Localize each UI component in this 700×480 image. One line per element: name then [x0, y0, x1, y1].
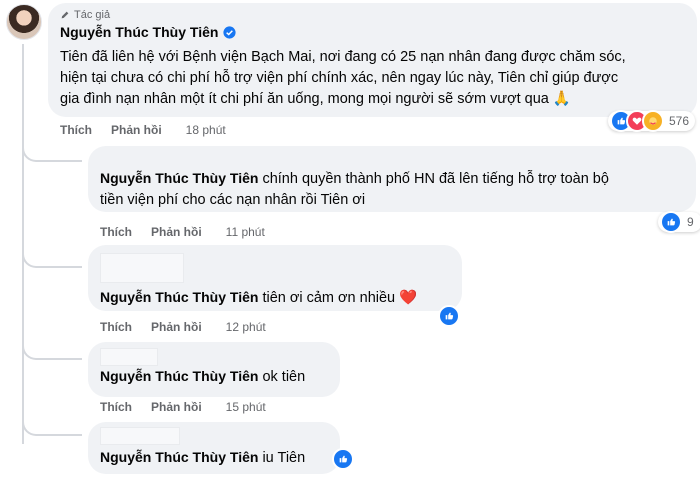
- like-button[interactable]: Thích: [100, 225, 132, 239]
- comment-line: hiện tại chưa có chi phí hỗ trợ viện phí…: [60, 70, 619, 86]
- author-badge-label: Tác giả: [74, 9, 111, 21]
- hidden-commenter-name: [100, 427, 180, 445]
- mention-link[interactable]: Nguyễn Thúc Thùy Tiên: [100, 170, 258, 186]
- reply-actions: Thích Phản hồi 15 phút: [100, 400, 266, 414]
- thread-connector: [22, 336, 82, 360]
- pray-emoji: 🙏: [552, 91, 571, 107]
- reaction-summary[interactable]: 9: [658, 211, 700, 233]
- reply-actions: Thích Phản hồi 11 phút: [100, 225, 265, 239]
- reply-text: Nguyễn Thúc Thùy Tiên iu Tiên: [100, 447, 305, 469]
- comment-timestamp[interactable]: 12 phút: [226, 320, 266, 334]
- comment-author-name[interactable]: Nguyễn Thúc Thùy Tiên: [60, 24, 218, 40]
- pen-icon: [61, 11, 69, 19]
- hidden-commenter-name: [100, 253, 184, 283]
- reply-button[interactable]: Phản hồi: [151, 320, 202, 334]
- thread-connector: [22, 240, 82, 268]
- reaction-count: 9: [687, 215, 694, 229]
- mention-link[interactable]: Nguyễn Thúc Thùy Tiên: [100, 368, 258, 384]
- comment-line: Tiên đã liên hệ với Bệnh viện Bạch Mai, …: [60, 49, 626, 65]
- reply-text-line: ok tiên: [258, 369, 306, 385]
- reply-text: Nguyễn Thúc Thùy Tiên ok tiên: [100, 366, 305, 388]
- reply-button[interactable]: Phản hồi: [151, 225, 202, 239]
- reaction-summary[interactable]: 576: [608, 110, 696, 132]
- like-button[interactable]: Thích: [60, 123, 92, 137]
- like-reaction-icon[interactable]: [438, 305, 460, 327]
- reply-text-line: tiên ơi cảm ơn nhiều: [258, 290, 400, 306]
- comment-timestamp[interactable]: 15 phút: [226, 400, 266, 414]
- care-reaction-icon: [642, 110, 664, 132]
- mention-link[interactable]: Nguyễn Thúc Thùy Tiên: [100, 449, 258, 465]
- reply-text-line: iu Tiên: [258, 450, 306, 466]
- reply-text: Nguyễn Thúc Thùy Tiên chính quyền thành …: [100, 168, 690, 211]
- heart-emoji: ❤️: [399, 290, 418, 306]
- reaction-count: 576: [669, 114, 690, 128]
- reply-button[interactable]: Phản hồi: [111, 123, 162, 137]
- mention-link[interactable]: Nguyễn Thúc Thùy Tiên: [100, 289, 258, 305]
- comment-line: gia đình nạn nhân một ít chi phí ăn uống…: [60, 91, 549, 107]
- thread-connector: [22, 412, 82, 436]
- reply-text-line: chính quyền thành phố HN đã lên tiếng hỗ…: [258, 171, 609, 187]
- author-badge: Tác giả: [60, 9, 110, 21]
- like-reaction-icon[interactable]: [332, 448, 354, 470]
- author-avatar[interactable]: [6, 4, 42, 40]
- reply-button[interactable]: Phản hồi: [151, 400, 202, 414]
- comment-timestamp[interactable]: 11 phút: [226, 225, 265, 239]
- reply-text-line: tiền viện phí cho các nạn nhân rồi Tiên …: [100, 192, 366, 208]
- main-comment-text: Tiên đã liên hệ với Bệnh viện Bạch Mai, …: [60, 47, 690, 110]
- like-reaction-icon: [660, 211, 682, 233]
- reply-actions: Thích Phản hồi 12 phút: [100, 320, 266, 334]
- main-comment-actions: Thích Phản hồi 18 phút: [60, 123, 226, 137]
- comment-timestamp[interactable]: 18 phút: [186, 123, 226, 137]
- hidden-commenter-name: [100, 348, 158, 366]
- reply-text: Nguyễn Thúc Thùy Tiên tiên ơi cảm ơn nhi…: [100, 287, 417, 309]
- verified-badge-icon: [223, 25, 237, 39]
- like-button[interactable]: Thích: [100, 320, 132, 334]
- like-button[interactable]: Thích: [100, 400, 132, 414]
